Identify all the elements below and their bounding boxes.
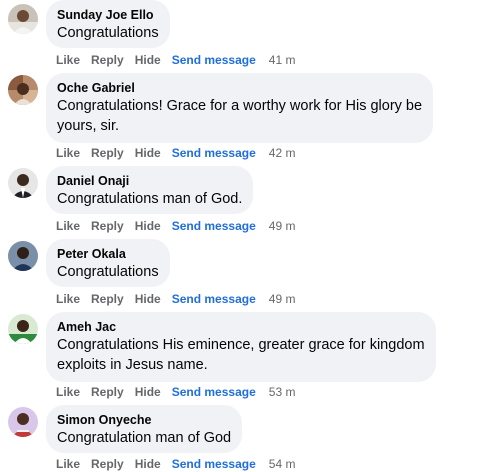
comment-timestamp[interactable]: 42 m	[269, 146, 296, 160]
comment-text: Congratulations	[57, 25, 159, 41]
comment-bubble: Oche Gabriel Congratulations! Grace for …	[46, 73, 434, 143]
comment-author[interactable]: Ameh Jac	[57, 319, 425, 335]
like-button[interactable]: Like	[56, 292, 80, 306]
avatar[interactable]	[8, 314, 38, 344]
comment-author[interactable]: Peter Okala	[57, 246, 159, 262]
hide-button[interactable]: Hide	[135, 457, 161, 471]
comment-text-continued: yours, sir.	[57, 118, 120, 134]
comment-text: Congratulation man of God	[57, 430, 232, 446]
reply-button[interactable]: Reply	[91, 292, 124, 306]
comment-timestamp[interactable]: 49 m	[269, 219, 296, 233]
comment-text: Congratulations man of God.	[57, 191, 243, 207]
comment-bubble: Simon Onyeche Congratulation man of God	[46, 405, 243, 453]
avatar[interactable]	[8, 241, 38, 271]
comment-text: Congratulations	[57, 264, 159, 280]
send-message-button[interactable]: Send message	[172, 457, 256, 471]
send-message-button[interactable]: Send message	[172, 146, 256, 160]
reply-button[interactable]: Reply	[91, 457, 124, 471]
reply-button[interactable]: Reply	[91, 385, 124, 399]
like-button[interactable]: Like	[56, 146, 80, 160]
comment-timestamp[interactable]: 41 m	[269, 53, 296, 67]
hide-button[interactable]: Hide	[135, 385, 161, 399]
avatar[interactable]	[8, 4, 38, 34]
comment-text: Congratulations! Grace for a worthy work…	[57, 98, 423, 114]
comment-timestamp[interactable]: 49 m	[269, 292, 296, 306]
reply-button[interactable]: Reply	[91, 219, 124, 233]
comment-actions: Like Reply Hide Send message 42 m	[56, 145, 306, 161]
comment-author[interactable]: Daniel Onaji	[57, 173, 242, 189]
hide-button[interactable]: Hide	[135, 219, 161, 233]
like-button[interactable]: Like	[56, 53, 80, 67]
comment-bubble: Peter Okala Congratulations	[46, 239, 170, 287]
avatar[interactable]	[8, 75, 38, 105]
comment-actions: Like Reply Hide Send message 49 m	[56, 291, 306, 307]
hide-button[interactable]: Hide	[135, 53, 161, 67]
send-message-button[interactable]: Send message	[172, 385, 256, 399]
comment-text-continued: exploits in Jesus name.	[57, 357, 208, 373]
comment-text: Congratulations His eminence, greater gr…	[57, 337, 425, 353]
like-button[interactable]: Like	[56, 385, 80, 399]
comment-actions: Like Reply Hide Send message 53 m	[56, 384, 306, 400]
comment-author[interactable]: Oche Gabriel	[57, 80, 422, 96]
send-message-button[interactable]: Send message	[172, 292, 256, 306]
send-message-button[interactable]: Send message	[172, 219, 256, 233]
comment-author[interactable]: Sunday Joe Ello	[57, 7, 159, 23]
comment-bubble: Daniel Onaji Congratulations man of God.	[46, 166, 254, 214]
comment-author[interactable]: Simon Onyeche	[57, 412, 231, 428]
reply-button[interactable]: Reply	[91, 53, 124, 67]
hide-button[interactable]: Hide	[135, 292, 161, 306]
avatar[interactable]	[8, 407, 38, 437]
send-message-button[interactable]: Send message	[172, 53, 256, 67]
comment-actions: Like Reply Hide Send message 54 m	[56, 456, 306, 472]
reply-button[interactable]: Reply	[91, 146, 124, 160]
like-button[interactable]: Like	[56, 219, 80, 233]
comment-timestamp[interactable]: 53 m	[269, 385, 296, 399]
like-button[interactable]: Like	[56, 457, 80, 471]
avatar[interactable]	[8, 168, 38, 198]
hide-button[interactable]: Hide	[135, 146, 161, 160]
comment-bubble: Ameh Jac Congratulations His eminence, g…	[46, 312, 436, 382]
comment-actions: Like Reply Hide Send message 41 m	[56, 52, 306, 68]
comment-timestamp[interactable]: 54 m	[269, 457, 296, 471]
comment-actions: Like Reply Hide Send message 49 m	[56, 218, 306, 234]
comment-bubble: Sunday Joe Ello Congratulations	[46, 0, 170, 48]
